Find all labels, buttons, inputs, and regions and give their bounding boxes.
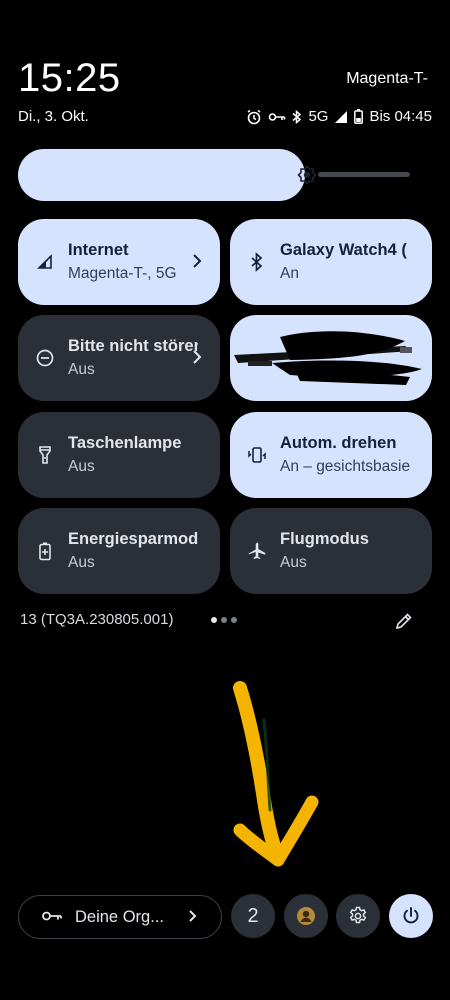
power-icon: [403, 907, 419, 924]
tile-flashlight[interactable]: Taschenlampe Aus: [18, 412, 220, 498]
carrier-name: Magenta-T-: [346, 70, 428, 87]
tile-title: Taschenlampe: [68, 434, 182, 452]
page-dot: [211, 617, 217, 623]
chevron-right-icon: [189, 910, 197, 922]
tile-do-not-disturb[interactable]: Bitte nicht stören Aus: [18, 315, 220, 401]
key-icon: [42, 911, 62, 921]
tile-title: Energiesparmodus: [68, 530, 198, 548]
tile-title: Flugmodus: [280, 530, 369, 548]
settings-button[interactable]: [336, 894, 380, 938]
clock: 15:25: [18, 56, 121, 100]
signal-icon: [37, 254, 52, 269]
organization-button[interactable]: Deine Org...: [18, 895, 222, 939]
tile-subtitle: An: [280, 265, 299, 282]
battery-saver-icon: [39, 542, 51, 561]
date: Di., 3. Okt.: [18, 108, 89, 125]
tile-subtitle: An – gesichtsbasiert: [280, 458, 410, 475]
organization-label: Deine Org...: [75, 908, 164, 926]
tile-battery-saver[interactable]: Energiesparmodus Aus: [18, 508, 220, 594]
tile-bluetooth[interactable]: Galaxy Watch4 ( An: [230, 219, 432, 305]
tile-subtitle: Aus: [68, 361, 95, 378]
tile-internet[interactable]: Internet Magenta-T-, 5G: [18, 219, 220, 305]
build-number: 13 (TQ3A.230805.001): [20, 611, 174, 628]
page-indicator: [211, 617, 237, 623]
user-avatar-button[interactable]: [284, 894, 328, 938]
tile-title: Autom. drehen: [280, 434, 397, 452]
bluetooth-icon: [292, 109, 302, 124]
network-type: 5G: [308, 108, 329, 125]
brightness-track: [318, 172, 410, 177]
alarm-icon: [247, 109, 261, 124]
page-dot: [221, 617, 227, 623]
power-button[interactable]: [389, 894, 433, 938]
chevron-right-icon: [193, 350, 202, 364]
user-count-button[interactable]: 2: [231, 894, 275, 938]
tile-subtitle: Aus: [280, 554, 307, 571]
user-count: 2: [247, 904, 259, 927]
tile-auto-rotate[interactable]: Autom. drehen An – gesichtsbasiert: [230, 412, 432, 498]
gear-icon: [349, 906, 367, 924]
tile-redacted[interactable]: [230, 315, 432, 401]
bluetooth-icon: [251, 252, 263, 272]
brightness-slider[interactable]: [18, 149, 410, 201]
edit-pencil-icon[interactable]: [394, 611, 414, 631]
auto-rotate-icon: [248, 447, 266, 463]
tile-subtitle: Aus: [68, 458, 95, 475]
status-icons: 5G Bis 04:45: [246, 108, 432, 125]
brightness-fill: [18, 149, 305, 201]
vpn-key-icon: [269, 112, 286, 121]
tile-airplane-mode[interactable]: Flugmodus Aus: [230, 508, 432, 594]
do-not-disturb-icon: [36, 349, 54, 367]
airplane-icon: [248, 542, 266, 559]
annotation-arrow: [233, 681, 319, 867]
signal-icon: [335, 110, 348, 123]
avatar-icon: [297, 907, 315, 925]
tile-title: Galaxy Watch4 (: [280, 241, 407, 259]
flashlight-icon: [39, 446, 51, 464]
tile-subtitle: Aus: [68, 554, 95, 571]
tile-subtitle: Magenta-T-, 5G: [68, 265, 177, 282]
battery-icon: [354, 109, 364, 124]
tile-title: Internet: [68, 241, 129, 259]
chevron-right-icon: [193, 254, 202, 268]
tile-title: Bitte nicht stören: [68, 337, 198, 355]
battery-text: Bis 04:45: [369, 108, 432, 125]
redaction-scribble: [234, 331, 422, 385]
page-dot: [231, 617, 237, 623]
brightness-icon: [297, 165, 317, 185]
